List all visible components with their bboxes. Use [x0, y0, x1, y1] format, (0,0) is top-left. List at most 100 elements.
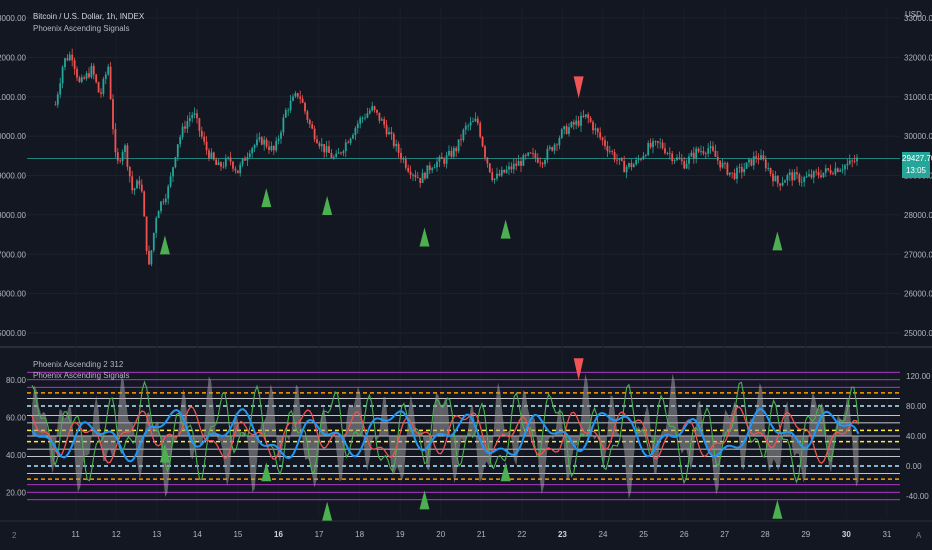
candle-body: [349, 138, 352, 144]
candle-body: [856, 157, 858, 162]
buy-signal-arrow: [772, 231, 783, 251]
candle-body: [304, 102, 306, 112]
candle-body: [76, 68, 78, 78]
candle-body: [796, 172, 798, 175]
auto-scale-button[interactable]: A: [916, 531, 921, 540]
candle-body: [606, 146, 609, 152]
candle-body: [467, 125, 470, 127]
candle-body: [500, 169, 503, 176]
candle-body: [352, 135, 354, 139]
candle-body: [380, 119, 383, 121]
candle-body: [287, 110, 290, 111]
candle-body: [313, 128, 316, 140]
candle-body: [431, 168, 434, 171]
candle-body: [330, 152, 333, 158]
candle-body: [323, 144, 326, 153]
x-tick-label: 18: [355, 530, 364, 539]
y-tick-label-left: 30000.00: [0, 132, 27, 141]
candle-body: [493, 178, 496, 180]
last-price-badge: 29427.70 13:05: [902, 152, 932, 178]
candle-body: [116, 152, 119, 161]
candle-body: [414, 174, 417, 178]
candle-body: [95, 74, 98, 83]
candle-body: [376, 109, 378, 113]
candle-body: [364, 117, 366, 119]
candle-body: [776, 175, 779, 184]
candle-body: [752, 156, 755, 166]
candle-body: [311, 124, 314, 129]
candle-body: [800, 181, 803, 183]
candle-body: [508, 166, 510, 170]
candle-body: [469, 122, 472, 126]
candle-body: [637, 159, 640, 160]
candle-body: [172, 167, 174, 177]
candle-body: [337, 152, 340, 154]
candle-body: [793, 172, 796, 181]
candle-body: [143, 191, 146, 217]
candle-body: [496, 173, 498, 179]
candle-body: [517, 161, 520, 166]
candle-body: [551, 147, 554, 151]
candle-body: [594, 128, 597, 131]
candle-body: [692, 152, 695, 159]
candle-body: [126, 145, 129, 167]
x-tick-label: 25: [639, 530, 648, 539]
candle-body: [846, 163, 849, 166]
candle-body: [66, 58, 69, 61]
candle-body: [592, 121, 594, 131]
candle-body: [277, 138, 280, 141]
candle-body: [541, 162, 544, 165]
candle-body: [589, 117, 592, 122]
y-tick-label-right: 31000.00: [904, 93, 932, 102]
candle-body: [392, 134, 395, 147]
candle-body: [208, 150, 210, 159]
candle-body: [659, 142, 662, 144]
candle-body: [256, 139, 258, 146]
candle-body: [539, 162, 542, 164]
candle-body: [572, 122, 575, 125]
candle-body: [412, 174, 414, 176]
candle-body: [148, 250, 150, 265]
candle-body: [736, 167, 738, 179]
candle-body: [306, 111, 309, 120]
candle-body: [436, 161, 438, 168]
candle-body: [640, 159, 642, 160]
candle-body: [584, 114, 587, 117]
candle-body: [505, 169, 508, 173]
candle-body: [779, 183, 782, 186]
candle-body: [104, 74, 107, 79]
x-tick-label: 21: [477, 530, 486, 539]
candle-body: [395, 143, 398, 147]
candle-body: [224, 158, 227, 167]
timezone-icon[interactable]: 2: [12, 531, 16, 540]
candle-body: [196, 113, 198, 119]
candle-body: [738, 167, 741, 168]
osc-tick-label-right: -40.00: [906, 492, 929, 501]
candle-body: [179, 137, 182, 145]
x-tick-label: 22: [517, 530, 526, 539]
candle-body: [210, 152, 213, 159]
candle-body: [246, 156, 249, 161]
candle-body: [716, 156, 719, 161]
candle-body: [258, 137, 261, 140]
buy-signal-arrow: [500, 462, 511, 482]
x-tick-label: 31: [882, 530, 891, 539]
chart-canvas[interactable]: 25000.00 25000.00 26000.00 26000.00 27000.00…: [0, 0, 932, 550]
candle-body: [433, 167, 436, 169]
candle-body: [676, 157, 678, 161]
y-tick-label-right: 26000.00: [904, 290, 932, 299]
x-tick-label: 30: [842, 530, 851, 539]
candle-body: [227, 157, 230, 159]
candle-body: [109, 66, 112, 100]
candle-body: [484, 146, 486, 158]
candle-body: [587, 114, 590, 118]
y-tick-label-left: 32000.00: [0, 53, 27, 62]
y-tick-label-left: 25000.00: [0, 329, 27, 338]
y-tick-label-right: 25000.00: [904, 329, 932, 338]
candle-body: [251, 148, 254, 154]
candle-body: [719, 160, 722, 168]
candle-body: [714, 150, 717, 157]
candle-body: [618, 158, 621, 160]
candle-body: [114, 129, 117, 153]
candle-body: [316, 139, 318, 144]
